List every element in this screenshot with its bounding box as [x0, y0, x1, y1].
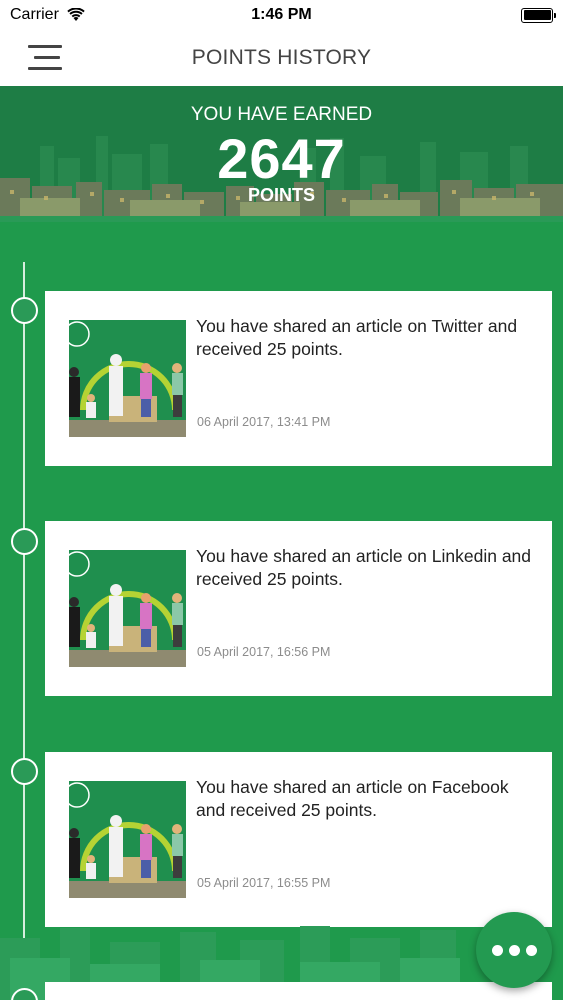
history-card[interactable]: You have shared an article on Twitter an…: [45, 291, 552, 466]
timeline-dot: [11, 528, 38, 555]
timeline-line: [23, 262, 25, 1000]
points-unit-label: POINTS: [247, 185, 315, 205]
earned-label: YOU HAVE EARNED: [190, 104, 373, 125]
points-summary-banner: YOU HAVE EARNED 2647 POINTS: [0, 86, 563, 222]
page-title: POINTS HISTORY: [191, 46, 372, 69]
history-date: 05 April 2017, 16:56 PM: [197, 645, 331, 659]
history-card[interactable]: [45, 982, 552, 1000]
timeline-dot: [11, 758, 38, 785]
history-card[interactable]: You have shared an article on Linkedin a…: [45, 521, 552, 696]
history-card[interactable]: You have shared an article on Facebook a…: [45, 752, 552, 927]
history-date: 06 April 2017, 13:41 PM: [197, 415, 331, 429]
points-total: 2647: [217, 127, 346, 190]
history-text: You have shared an article on Linkedin a…: [196, 546, 532, 589]
battery-icon: [521, 7, 556, 23]
carrier-label: Carrier: [10, 6, 59, 23]
history-text: You have shared an article on Twitter an…: [196, 316, 518, 359]
article-thumbnail: [69, 550, 186, 667]
article-thumbnail: [69, 781, 186, 898]
status-bar: Carrier 1:46 PM: [0, 0, 563, 30]
history-date: 05 April 2017, 16:55 PM: [197, 876, 331, 890]
more-dots-icon: [491, 944, 503, 956]
wifi-icon: [67, 8, 85, 21]
history-text: You have shared an article on Facebook a…: [196, 777, 509, 820]
article-thumbnail: [69, 320, 186, 437]
more-options-button[interactable]: [476, 912, 552, 988]
hamburger-menu-icon[interactable]: [26, 43, 62, 73]
nav-bar: POINTS HISTORY: [0, 30, 563, 86]
status-left: Carrier: [10, 6, 85, 24]
timeline-dot: [11, 297, 38, 324]
